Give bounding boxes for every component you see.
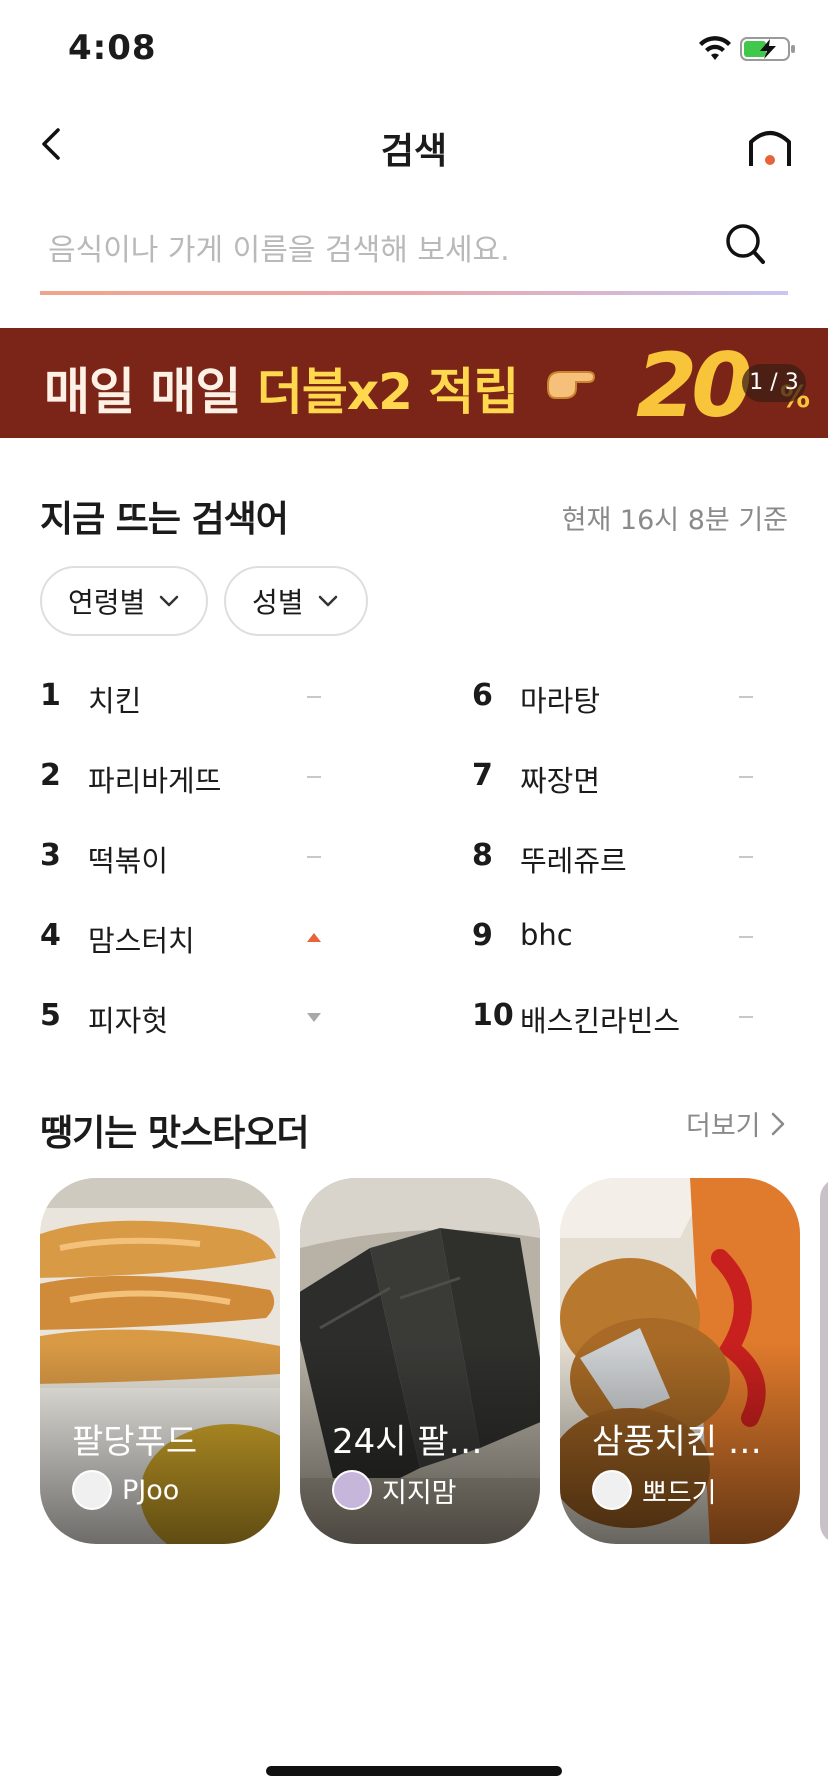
card-user: PJoo [72,1470,179,1510]
card-username: 지지맘 [382,1477,457,1509]
ranking-item[interactable]: 9 bhc [472,900,772,980]
rank-keyword: 짜장면 [520,764,601,798]
ranking-column-right: 6 마라탕 7 짜장면 8 뚜레쥬르 9 bhc 10 배스킨라빈스 [472,660,772,1060]
rank-unchanged-icon [739,1016,753,1018]
rank-keyword: 치킨 [88,684,142,718]
rank-number: 4 [40,918,61,953]
filter-age-label: 연령별 [68,586,146,619]
filter-gender-label: 성별 [252,586,304,619]
header: 검색 [0,100,828,190]
matsta-card-partial[interactable] [820,1178,828,1544]
rank-number: 6 [472,678,493,713]
trending-timestamp: 현재 16시 8분 기준 [561,505,788,536]
rank-number: 2 [40,758,61,793]
search-input[interactable] [46,219,690,281]
ranking-item[interactable]: 6 마라탕 [472,660,772,740]
ranking-item[interactable]: 5 피자헛 [40,980,340,1060]
ranking-item[interactable]: 4 맘스터치 [40,900,340,980]
card-username: 뽀드기 [642,1477,717,1509]
rank-keyword: bhc [520,918,573,952]
rank-unchanged-icon [307,856,321,858]
card-user: 지지맘 [332,1470,457,1510]
more-link-label: 더보기 [686,1111,761,1142]
home-icon[interactable] [746,122,794,170]
matsta-section-title: 땡기는 맛스타오더 [40,1113,309,1154]
chevron-down-icon [160,595,179,607]
rank-number: 7 [472,758,493,793]
rank-down-icon [307,1013,321,1022]
card-username: PJoo [122,1474,180,1506]
home-indicator [266,1766,562,1776]
matsta-card[interactable]: 팔당푸드 PJoo [40,1178,280,1544]
search-icon[interactable] [724,221,766,267]
rank-number: 8 [472,838,493,873]
card-title: 팔당푸드 [72,1422,198,1462]
rank-keyword: 마라탕 [520,684,601,718]
rank-unchanged-icon [739,856,753,858]
battery-charging-icon [740,37,795,61]
food-photo-partial [820,1178,828,1544]
ranking-item[interactable]: 10 배스킨라빈스 [472,980,772,1060]
wifi-icon [699,36,731,60]
avatar [332,1470,372,1510]
filter-gender-dropdown[interactable]: 성별 [224,566,368,636]
chevron-down-icon [318,595,337,607]
ranking-item[interactable]: 3 떡볶이 [40,820,340,900]
avatar [592,1470,632,1510]
trending-title: 지금 뜨는 검색어 [40,499,289,540]
banner-text-part1: 매일 매일 [44,363,257,421]
rank-unchanged-icon [739,696,753,698]
ranking-column-left: 1 치킨 2 파리바게뜨 3 떡볶이 4 맘스터치 5 피자헛 [40,660,340,1060]
card-title: 24시 팔… [332,1422,483,1462]
promo-banner[interactable]: 매일 매일 더블x2 적립 20 % 1 / 3 [0,328,828,438]
card-user: 뽀드기 [592,1470,717,1510]
banner-highlight-text: 더블x2 적립 [256,363,519,421]
rank-unchanged-icon [307,696,321,698]
ranking-item[interactable]: 2 파리바게뜨 [40,740,340,820]
rank-number: 1 [40,678,61,713]
rank-keyword: 파리바게뜨 [88,764,222,798]
more-link[interactable]: 더보기 [686,1104,785,1143]
rank-keyword: 뚜레쥬르 [520,844,627,878]
rank-unchanged-icon [739,936,753,938]
rank-number: 3 [40,838,61,873]
ranking-item[interactable]: 8 뚜레쥬르 [472,820,772,900]
pointing-hand-icon [547,371,596,399]
matsta-card[interactable]: 24시 팔… 지지맘 [300,1178,540,1544]
rank-unchanged-icon [739,776,753,778]
avatar [72,1470,112,1510]
ranking-item[interactable]: 7 짜장면 [472,740,772,820]
rank-keyword: 배스킨라빈스 [520,1004,681,1038]
card-title: 삼풍치킨 … [592,1422,762,1462]
ranking-item[interactable]: 1 치킨 [40,660,340,740]
rank-number: 9 [472,918,493,953]
matsta-card[interactable]: 삼풍치킨 … 뽀드기 [560,1178,800,1544]
rank-number: 5 [40,998,61,1033]
banner-pager: 1 / 3 [742,364,806,402]
search-box [40,205,788,295]
rank-up-icon [307,933,321,942]
rank-keyword: 맘스터치 [88,924,195,958]
status-bar: 4:08 [0,0,828,100]
chevron-right-icon [771,1112,784,1135]
filter-age-dropdown[interactable]: 연령별 [40,566,208,636]
search-underline [40,291,788,295]
banner-headline: 매일 매일 더블x2 적립 [44,352,519,424]
page-title: 검색 [380,131,448,172]
status-time: 4:08 [68,28,157,68]
banner-percent-value: 20 [636,334,752,437]
rank-unchanged-icon [307,776,321,778]
rank-keyword: 떡볶이 [88,844,169,878]
rank-number: 10 [472,998,514,1033]
rank-keyword: 피자헛 [88,1004,169,1038]
